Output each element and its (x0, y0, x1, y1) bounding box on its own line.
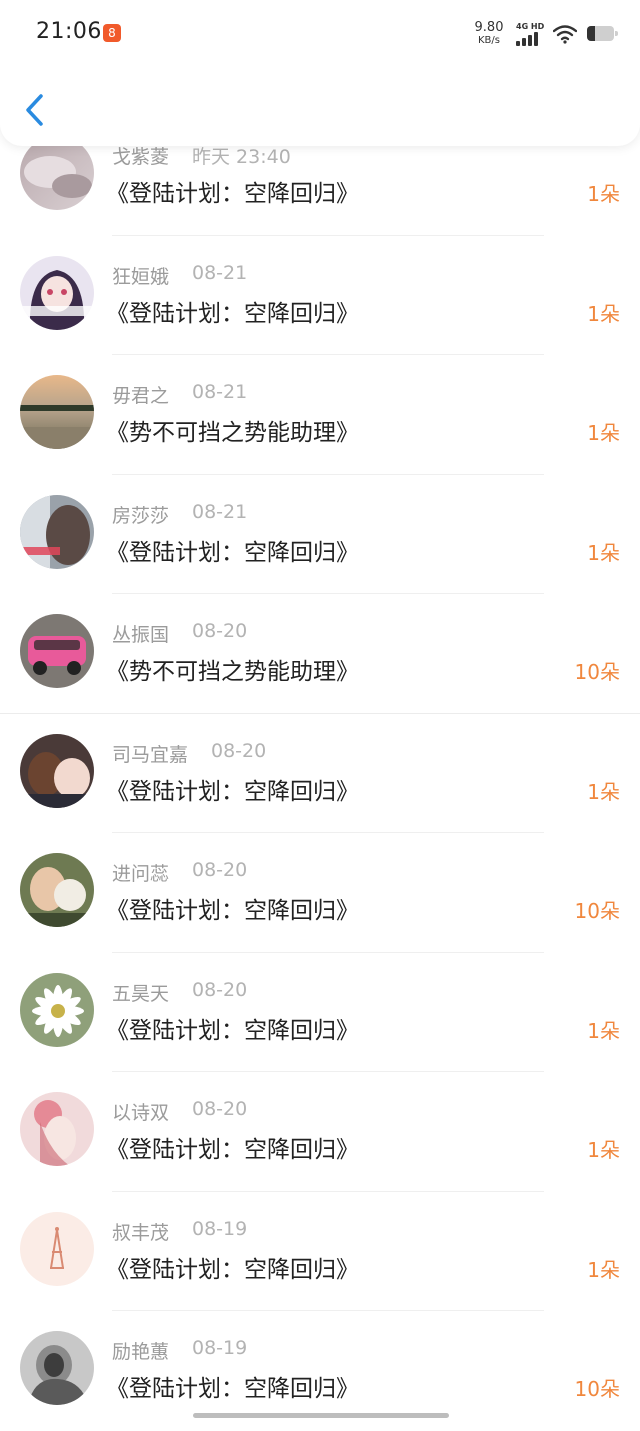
record-date: 08-20 (192, 620, 248, 642)
speed-value: 9.80 (474, 20, 504, 35)
flower-count: 1朵 (587, 779, 620, 804)
battery-icon (587, 26, 618, 41)
list-item[interactable]: 进问蕊 08-20 《登陆计划：空降回归》 10朵 (0, 833, 640, 953)
network-speed: 9.80 KB/s (472, 21, 506, 46)
list-item[interactable]: 司马宜嘉 08-20 《登陆计划：空降回归》 1朵 (0, 714, 640, 833)
book-title: 《势不可挡之势能助理》 (106, 659, 359, 685)
record-date: 08-21 (192, 261, 248, 284)
record-date: 昨天 23:40 (192, 146, 291, 168)
avatar (20, 1331, 94, 1405)
network-type: 4G HD (516, 22, 545, 31)
app-header: 21:06 8 9.80 KB/s 4G HD (0, 0, 640, 146)
book-title: 《登陆计划：空降回归》 (106, 1137, 359, 1163)
book-title: 《登陆计划：空降回归》 (106, 898, 359, 924)
flower-count: 10朵 (574, 660, 620, 684)
user-name: 毋君之 (112, 385, 170, 407)
list-item[interactable]: 毋君之 08-21 《势不可挡之势能助理》 1朵 (0, 355, 640, 475)
book-title: 《势不可挡之势能助理》 (106, 420, 359, 446)
record-date: 08-20 (192, 859, 248, 881)
user-name: 进问蕊 (112, 863, 170, 885)
record-date: 08-20 (192, 1098, 248, 1120)
book-title: 《登陆计划：空降回归》 (106, 778, 359, 805)
book-title: 《登陆计划：空降回归》 (106, 1376, 359, 1402)
list-item[interactable]: 丛振国 08-20 《势不可挡之势能助理》 10朵 (0, 594, 640, 714)
record-date: 08-21 (192, 381, 248, 403)
avatar (20, 375, 94, 449)
flower-count: 10朵 (574, 1377, 620, 1401)
avatar (20, 255, 94, 330)
book-title: 《登陆计划：空降回归》 (106, 1017, 359, 1044)
home-indicator[interactable] (193, 1413, 449, 1418)
status-time: 21:06 (36, 19, 102, 44)
flower-count: 1朵 (587, 1138, 620, 1162)
avatar (20, 972, 94, 1047)
avatar (20, 1092, 94, 1166)
user-name: 戈紫菱 (112, 146, 170, 168)
avatar (20, 136, 94, 210)
user-name: 叔丰茂 (112, 1221, 170, 1244)
flower-count: 1朵 (587, 1257, 620, 1282)
list-item[interactable]: 叔丰茂 08-19 《登陆计划：空降回归》 1朵 (0, 1192, 640, 1311)
record-date: 08-19 (192, 1217, 248, 1240)
chevron-left-icon[interactable] (20, 90, 54, 130)
user-name: 励艳蕙 (112, 1341, 170, 1363)
record-date: 08-20 (192, 978, 248, 1001)
app-notification-icon: 8 (103, 24, 121, 42)
user-name: 五昊天 (112, 982, 170, 1005)
book-title: 《登陆计划：空降回归》 (106, 539, 359, 566)
avatar (20, 1211, 94, 1286)
list-item[interactable]: 狂姮娥 08-21 《登陆计划：空降回归》 1朵 (0, 236, 640, 355)
list-item[interactable]: 五昊天 08-20 《登陆计划：空降回归》 1朵 (0, 953, 640, 1072)
flower-count: 1朵 (587, 182, 620, 206)
avatar (20, 733, 94, 808)
flower-count: 10朵 (574, 899, 620, 923)
book-title: 《登陆计划：空降回归》 (106, 181, 359, 207)
record-date: 08-20 (211, 739, 267, 762)
flower-count: 1朵 (587, 421, 620, 445)
avatar (20, 853, 94, 927)
record-date: 08-19 (192, 1337, 248, 1359)
user-name: 丛振国 (112, 624, 170, 646)
wifi-icon (553, 25, 577, 44)
user-name: 以诗双 (112, 1102, 170, 1124)
user-name: 司马宜嘉 (112, 743, 189, 766)
avatar (20, 494, 94, 569)
list-item[interactable]: 房莎莎 08-21 《登陆计划：空降回归》 1朵 (0, 475, 640, 594)
flower-count: 1朵 (587, 540, 620, 565)
speed-unit: KB/s (478, 35, 500, 46)
flower-count: 1朵 (587, 301, 620, 326)
book-title: 《登陆计划：空降回归》 (106, 1256, 359, 1283)
user-name: 狂姮娥 (112, 265, 170, 288)
status-icons: 9.80 KB/s 4G HD (440, 0, 640, 70)
signal-icon (516, 32, 542, 46)
gift-record-list: 戈紫菱 昨天 23:40 《登陆计划：空降回归》 1朵 狂姮娥 08-21 《登… (0, 116, 640, 1431)
flower-count: 1朵 (587, 1018, 620, 1043)
user-name: 房莎莎 (112, 504, 170, 527)
list-item[interactable]: 以诗双 08-20 《登陆计划：空降回归》 1朵 (0, 1072, 640, 1192)
avatar (20, 614, 94, 688)
book-title: 《登陆计划：空降回归》 (106, 300, 359, 327)
record-date: 08-21 (192, 500, 248, 523)
